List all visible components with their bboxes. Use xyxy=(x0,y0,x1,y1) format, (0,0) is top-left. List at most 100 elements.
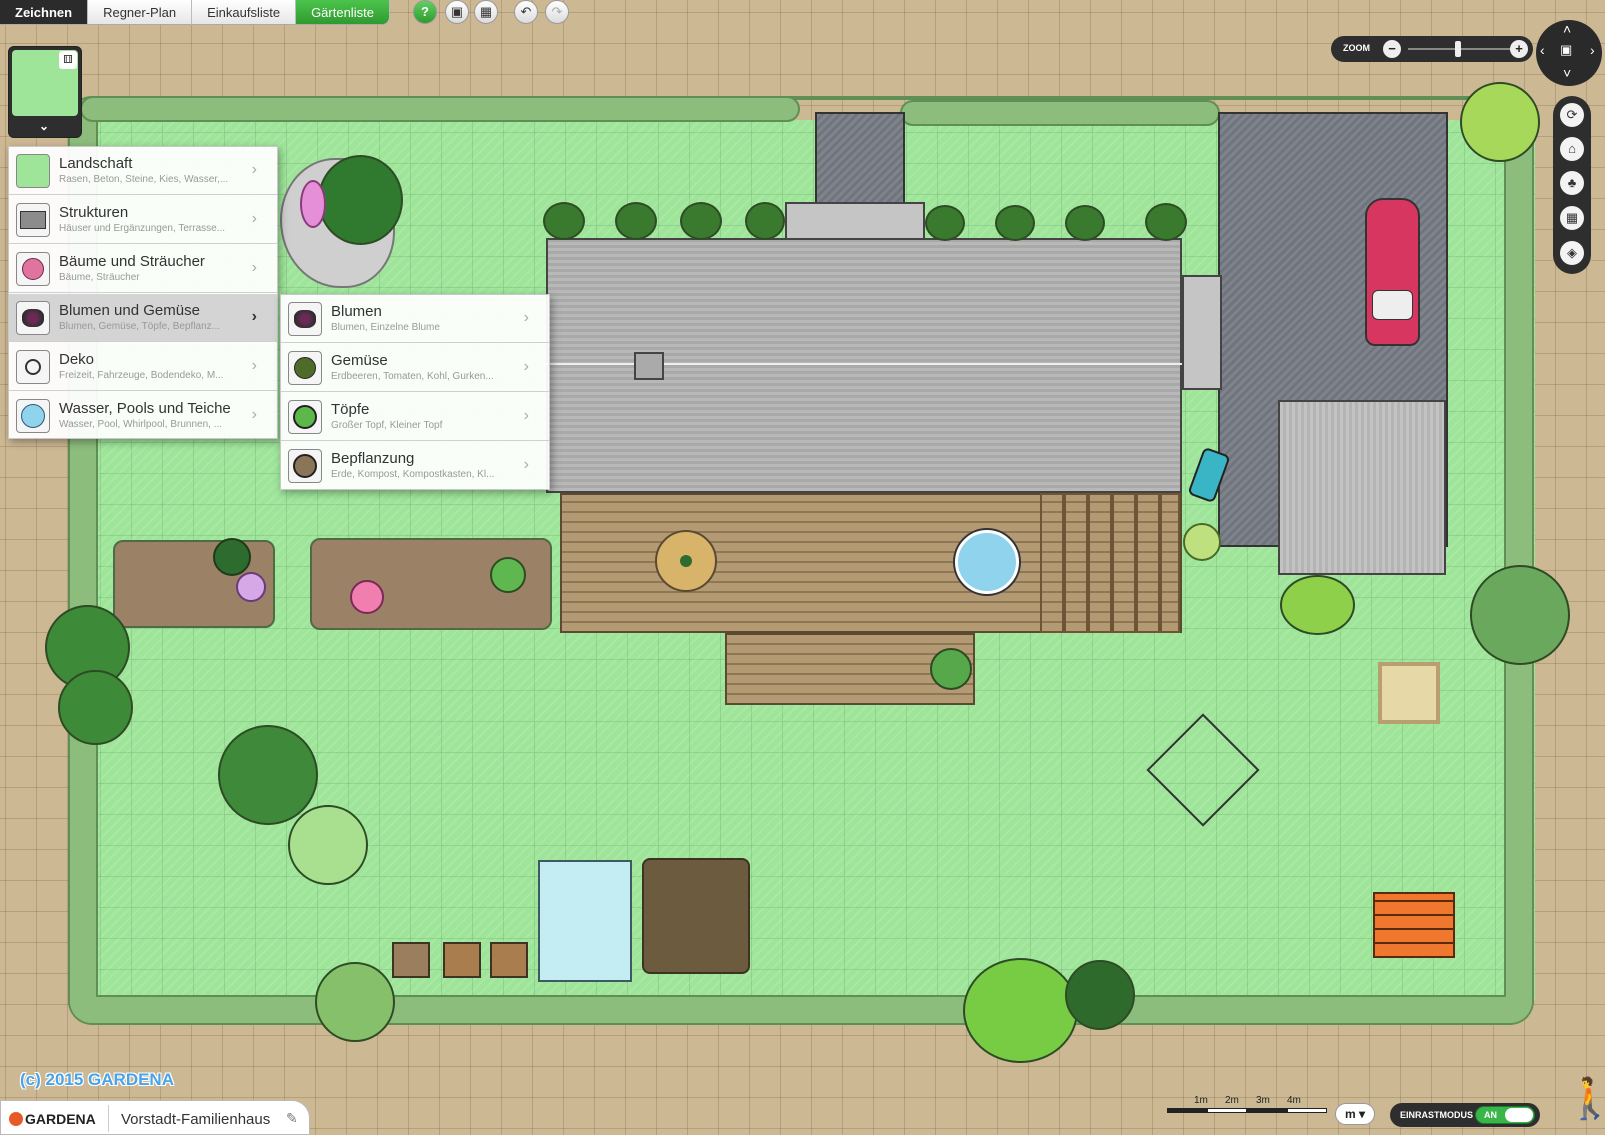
redo-button[interactable]: ↷ xyxy=(545,0,569,24)
pan-control[interactable]: ˄ ˅ ‹ › ▣ xyxy=(1536,20,1602,86)
tree-bottom-3[interactable] xyxy=(1065,960,1135,1030)
delete-button[interactable]: ▦ xyxy=(474,0,498,24)
zoom-control: ZOOM − + xyxy=(1331,36,1533,62)
compost-box-3[interactable] xyxy=(490,942,528,978)
pergola[interactable] xyxy=(1040,493,1180,633)
table-centerpiece xyxy=(680,555,692,567)
tab-einkaufsliste[interactable]: Einkaufsliste xyxy=(192,0,297,25)
tree-icon[interactable]: ♣ xyxy=(1560,171,1584,195)
menu-item-baeume[interactable]: Bäume und Sträucher Bäume, Sträucher › xyxy=(9,245,277,293)
undo-button[interactable]: ↶ xyxy=(514,0,538,24)
vegetable-bed[interactable] xyxy=(642,858,750,974)
pencil-icon[interactable]: ✎ xyxy=(286,1110,298,1127)
tab-zeichnen[interactable]: Zeichnen xyxy=(0,0,89,25)
flower[interactable] xyxy=(490,557,526,593)
hedge-bush[interactable] xyxy=(745,202,785,240)
whirlpool[interactable] xyxy=(955,530,1019,594)
chevron-right-icon: › xyxy=(251,406,257,423)
chevron-down-icon[interactable]: ⌄ xyxy=(39,119,49,133)
grid-icon[interactable]: ▦ xyxy=(1560,206,1584,230)
tree-rock-garden[interactable] xyxy=(318,155,403,245)
chevron-down-icon[interactable]: ˅ xyxy=(1563,65,1571,81)
divider xyxy=(108,1105,109,1132)
zoom-in-button[interactable]: + xyxy=(1510,40,1528,58)
garage-roof[interactable] xyxy=(1278,400,1446,575)
flower[interactable] xyxy=(1183,523,1221,561)
flower[interactable] xyxy=(300,180,326,228)
menu-item-title: Strukturen xyxy=(59,204,129,221)
tab-regner-plan[interactable]: Regner-Plan xyxy=(88,0,193,25)
tree-left-2[interactable] xyxy=(58,670,133,745)
submenu-item-bepflanzung[interactable]: Bepflanzung Erde, Kompost, Kompostkasten… xyxy=(281,442,549,490)
brick-grill[interactable] xyxy=(1373,892,1455,958)
unit-selector[interactable]: m ▾ xyxy=(1335,1103,1375,1125)
entrance-block[interactable] xyxy=(785,202,925,240)
help-button[interactable]: ? xyxy=(413,0,437,24)
hedge-bush[interactable] xyxy=(543,202,585,240)
shrub-garage[interactable] xyxy=(1280,575,1355,635)
submenu-item-toepfe[interactable]: Töpfe Großer Topf, Kleiner Topf › xyxy=(281,393,549,441)
scale-label: 3m xyxy=(1256,1095,1270,1106)
chevron-left-icon[interactable]: ‹ xyxy=(1540,42,1545,58)
hedge-bush[interactable] xyxy=(615,202,657,240)
menu-item-subtitle: Häuser und Ergänzungen, Terrasse... xyxy=(59,223,226,234)
flower[interactable] xyxy=(236,572,266,602)
tree-large[interactable] xyxy=(218,725,318,825)
layers-icon[interactable]: ◈ xyxy=(1560,241,1584,265)
chevron-up-icon[interactable]: ˄ xyxy=(1563,21,1571,37)
submenu-item-gemuese[interactable]: Gemüse Erdbeeren, Tomaten, Kohl, Gurken.… xyxy=(281,344,549,392)
compost-box-1[interactable] xyxy=(392,942,430,978)
shrub-deck[interactable] xyxy=(930,648,972,690)
tree-right[interactable] xyxy=(1470,565,1570,665)
menu-item-landschaft[interactable]: Landschaft Rasen, Beton, Steine, Kies, W… xyxy=(9,147,277,195)
roof-window[interactable] xyxy=(634,352,664,380)
flower[interactable] xyxy=(213,538,251,576)
scale-label: 4m xyxy=(1287,1095,1301,1106)
fit-view-icon[interactable]: ▣ xyxy=(1560,42,1572,58)
menu-item-title: Wasser, Pools und Teiche xyxy=(59,400,231,417)
tree-bottom-2[interactable] xyxy=(963,958,1078,1063)
menu-item-deko[interactable]: Deko Freizeit, Fahrzeuge, Bodendeko, M..… xyxy=(9,343,277,391)
flower-icon xyxy=(16,301,50,335)
snap-toggle[interactable]: AN xyxy=(1475,1106,1535,1124)
hedge-top-middle[interactable] xyxy=(900,100,1220,126)
deco-icon xyxy=(16,350,50,384)
scale-label: 1m xyxy=(1194,1095,1208,1106)
project-name[interactable]: Vorstadt-Familienhaus xyxy=(121,1111,270,1128)
question-mark-icon: ? xyxy=(421,4,429,19)
dice-icon[interactable]: ⚅ xyxy=(59,51,77,69)
gardena-logo-icon xyxy=(9,1112,23,1126)
greenhouse[interactable] xyxy=(538,860,632,982)
hedge-bush[interactable] xyxy=(995,205,1035,241)
hedge-bush[interactable] xyxy=(925,205,965,241)
hedge-bush[interactable] xyxy=(1065,205,1105,241)
tree-top-right[interactable] xyxy=(1460,82,1540,162)
sandbox[interactable] xyxy=(1378,662,1440,724)
zoom-slider-handle[interactable] xyxy=(1455,41,1462,57)
layer-selector[interactable]: ⚅ ⌄ xyxy=(8,46,82,138)
hedge-bush[interactable] xyxy=(680,202,722,240)
tree-bottom-1[interactable] xyxy=(315,962,395,1042)
flower[interactable] xyxy=(350,580,384,614)
menu-item-blumen-gemuese[interactable]: Blumen und Gemüse Blumen, Gemüse, Töpfe,… xyxy=(9,294,277,342)
menu-item-strukturen[interactable]: Strukturen Häuser und Ergänzungen, Terra… xyxy=(9,196,277,244)
tree-small[interactable] xyxy=(288,805,368,885)
hedge-top-left[interactable] xyxy=(80,96,800,122)
chevron-right-icon: › xyxy=(523,456,529,473)
tab-gartenliste[interactable]: Gärtenliste xyxy=(296,0,390,25)
person-scale-icon[interactable]: 🚶 xyxy=(1565,1075,1605,1122)
save-button[interactable]: ▣ xyxy=(445,0,469,24)
chevron-right-icon: › xyxy=(251,259,257,276)
zoom-out-button[interactable]: − xyxy=(1383,40,1401,58)
submenu-item-title: Blumen xyxy=(331,303,382,320)
snap-state: AN xyxy=(1484,1110,1497,1120)
side-annex[interactable] xyxy=(1182,275,1222,390)
house-icon[interactable]: ⌂ xyxy=(1560,137,1584,161)
chevron-right-icon[interactable]: › xyxy=(1590,42,1595,58)
compost-box-2[interactable] xyxy=(443,942,481,978)
menu-item-wasser[interactable]: Wasser, Pools und Teiche Wasser, Pool, W… xyxy=(9,392,277,440)
hedge-bush[interactable] xyxy=(1145,203,1187,241)
rotate-icon[interactable]: ⟳ xyxy=(1560,103,1584,127)
car[interactable] xyxy=(1365,198,1420,346)
submenu-item-blumen[interactable]: Blumen Blumen, Einzelne Blume › xyxy=(281,295,549,343)
